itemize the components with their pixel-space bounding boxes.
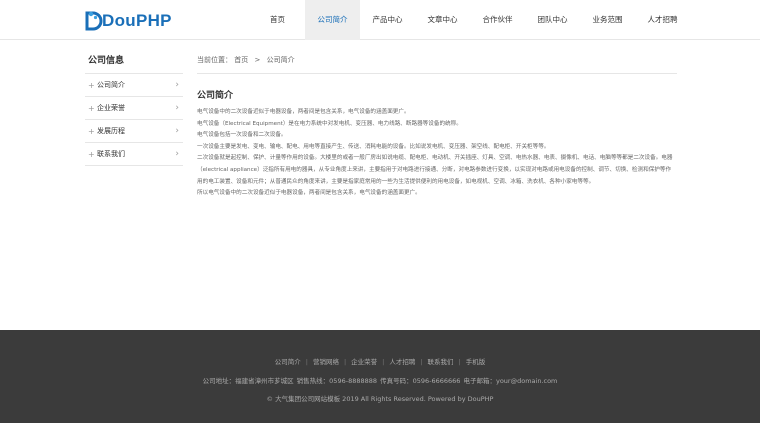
footer-link-contact[interactable]: 联系我们 (428, 358, 454, 366)
nav-item-articles[interactable]: 文章中心 (415, 0, 470, 40)
main-content: 当前位置： 首页 > 公司简介 公司简介 电气设备中的二次设备近似于电器设备，两… (197, 52, 677, 200)
nav-item-team[interactable]: 团队中心 (525, 0, 580, 40)
footer-link-about[interactable]: 公司简介 (275, 358, 301, 366)
footer-link-separator: | (458, 358, 461, 366)
plus-icon: + (88, 104, 95, 113)
footer-link-mobile[interactable]: 手机版 (466, 358, 486, 366)
breadcrumb-prefix: 当前位置： (197, 56, 232, 64)
footer-link-separator: | (420, 358, 423, 366)
site-header: DouPHP 首页 公司简介 产品中心 文章中心 合作伙伴 团队中心 业务范围 … (0, 0, 760, 40)
article-paragraph: 二次设备就是起控制、保护、计量等作用的设备。大楼里的或者一般厂房出如说电缆、配电… (197, 155, 673, 185)
footer-link-separator: | (382, 358, 385, 366)
page-title: 公司简介 (197, 91, 234, 101)
article-paragraph: 电气设备包括一次设备和二次设备。 (197, 132, 287, 139)
article-paragraph: 所以电气设备中的二次设备近似于电器设备，两者间是包含关系，电气设备的涵盖面更广。 (197, 190, 421, 197)
footer-link-separator: | (305, 358, 308, 366)
sidebar-item-label: 企业荣誉 (97, 104, 125, 112)
sidebar-item-label: 联系我们 (97, 150, 125, 158)
nav-item-about[interactable]: 公司简介 (305, 0, 360, 40)
nav-item-jobs[interactable]: 人才招聘 (635, 0, 690, 40)
plus-icon: + (88, 127, 95, 136)
sidebar-item-contact[interactable]: + 联系我们 › (85, 143, 183, 166)
footer-link-separator: | (343, 358, 347, 366)
footer-link-network[interactable]: 营销网络 (313, 358, 339, 366)
breadcrumb-home-link[interactable]: 首页 (234, 56, 248, 64)
breadcrumb: 当前位置： 首页 > 公司简介 (197, 52, 677, 74)
chevron-right-icon: › (175, 126, 179, 136)
sidebar-item-history[interactable]: + 发展历程 › (85, 120, 183, 143)
footer-copyright: © 大气集团公司网站模板 2019 All Rights Reserved. P… (266, 395, 494, 403)
main-nav: 首页 公司简介 产品中心 文章中心 合作伙伴 团队中心 业务范围 人才招聘 (250, 0, 690, 40)
article-paragraph: 一次设备主要是发电、变电、输电、配电、用电等直接产生、传送、消耗电能的设备。比如… (197, 143, 550, 150)
chevron-right-icon: › (175, 149, 179, 159)
logo-d-icon (85, 11, 103, 31)
footer-link-honors[interactable]: 企业荣誉 (351, 358, 377, 366)
sidebar-title: 公司信息 (85, 52, 183, 74)
breadcrumb-separator: > (254, 56, 261, 64)
site-footer: 公司简介 | 营销网络 | 企业荣誉 | 人才招聘 | 联系我们 | 手机版 公司地址：福建省漳州市… (0, 330, 760, 423)
footer-links: 公司简介 | 营销网络 | 企业荣誉 | 人才招聘 | 联系我们 | 手机版 (0, 356, 760, 366)
nav-item-products[interactable]: 产品中心 (360, 0, 415, 40)
site-logo[interactable]: DouPHP (85, 10, 172, 32)
article-paragraph: 电气设备中的二次设备近似于电器设备，两者间是包含关系，电气设备的涵盖面更广。 (197, 109, 410, 115)
sidebar-item-label: 公司简介 (97, 81, 125, 89)
footer-contact: 公司地址：福建省漳州市芗城区 销售热线：0596-8888888 传真号码：05… (202, 377, 558, 385)
footer-link-jobs[interactable]: 人才招聘 (389, 358, 415, 366)
plus-icon: + (88, 150, 95, 159)
article-body: 电气设备中的二次设备近似于电器设备，两者间是包含关系，电气设备的涵盖面更广。 电… (197, 107, 677, 200)
nav-item-home[interactable]: 首页 (250, 0, 305, 40)
nav-item-partners[interactable]: 合作伙伴 (470, 0, 525, 40)
sidebar-item-label: 发展历程 (97, 127, 125, 135)
sidebar-item-about[interactable]: + 公司简介 › (85, 74, 183, 97)
breadcrumb-current: 公司简介 (266, 56, 295, 64)
chevron-right-icon: › (175, 103, 179, 113)
article-paragraph: 电气设备（Electrical Equipment）是在电力系统中对发电机、变压… (197, 120, 462, 127)
sidebar: 公司信息 + 公司简介 › + 企业荣誉 › + 发展历程 › + 联系我们 › (85, 52, 183, 166)
logo-text: DouPHP (102, 11, 172, 30)
nav-item-business[interactable]: 业务范围 (580, 0, 635, 40)
chevron-right-icon: › (175, 80, 179, 90)
plus-icon: + (88, 81, 95, 90)
sidebar-item-honors[interactable]: + 企业荣誉 › (85, 97, 183, 120)
